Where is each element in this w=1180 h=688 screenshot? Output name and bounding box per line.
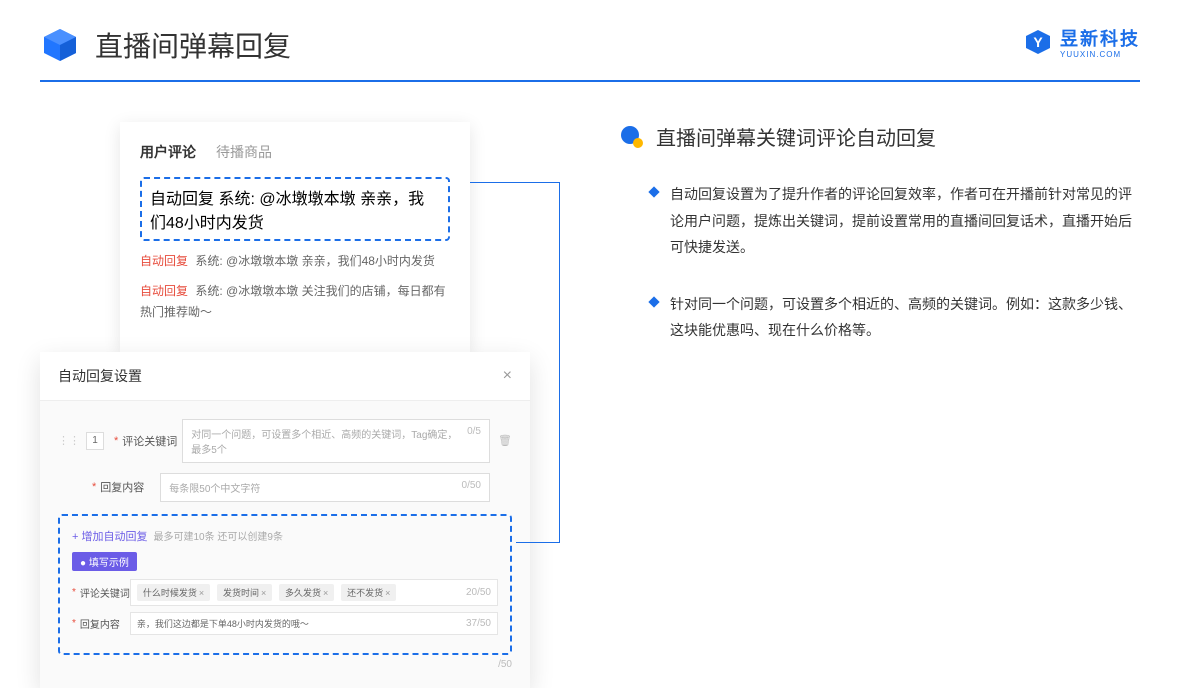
tag-pill[interactable]: 还不发货× [341, 584, 396, 601]
comment-text: @冰墩墩本墩 亲亲，我们48小时内发货 [226, 254, 435, 268]
comments-tabs: 用户评论 待播商品 [140, 142, 450, 162]
example-keyword-row: * 评论关键词 什么时候发货× 发货时间× 多久发货× 还不发货× 20/50 [72, 579, 498, 606]
right-column: 直播间弹幕关键词评论自动回复 自动回复设置为了提升作者的评论回复效率，作者可在开… [540, 122, 1140, 688]
comments-card: 用户评论 待播商品 自动回复 系统: @冰墩墩本墩 亲亲，我们48小时内发货 自… [120, 122, 470, 352]
keyword-placeholder: 对同一个问题，可设置多个相近、高频的关键词，Tag确定，最多5个 [191, 426, 467, 456]
comment-sys: 系统: [195, 284, 222, 298]
required-dot: * [72, 587, 76, 598]
cube-icon [40, 25, 80, 65]
tag-group: 什么时候发货× 发货时间× 多久发货× 还不发货× [137, 584, 400, 601]
brand-name: 昱新科技 [1060, 29, 1140, 49]
bullet-text: 针对同一个问题，可设置多个相近的、高频的关键词。例如：这款多少钱、这块能优惠吗、… [670, 291, 1140, 344]
example-content-input[interactable]: 亲，我们这边都是下单48小时内发货的哦～ 37/50 [130, 612, 498, 635]
comment-highlight-row: 自动回复 系统: @冰墩墩本墩 亲亲，我们48小时内发货 [140, 177, 450, 241]
content-placeholder: 每条限50个中文字符 [169, 480, 260, 495]
settings-title: 自动回复设置 [58, 366, 142, 386]
tab-pending-products[interactable]: 待播商品 [216, 142, 272, 162]
left-column: 用户评论 待播商品 自动回复 系统: @冰墩墩本墩 亲亲，我们48小时内发货 自… [40, 122, 540, 688]
brand-sub: YUUXIN.COM [1060, 51, 1140, 59]
add-hint: 最多可建10条 还可以创建9条 [153, 528, 282, 543]
tab-user-comments[interactable]: 用户评论 [140, 142, 196, 162]
comment-row: 自动回复 系统: @冰墩墩本墩 关注我们的店铺，每日都有热门推荐呦～ [140, 281, 450, 324]
example-badge: ● 填写示例 [72, 552, 137, 571]
tag-pill[interactable]: 什么时候发货× [137, 584, 210, 601]
bullet-text: 自动回复设置为了提升作者的评论回复效率，作者可在开播前针对常见的评论用户问题，提… [670, 181, 1140, 261]
tag-pill[interactable]: 多久发货× [279, 584, 334, 601]
brand-logo: Y 昱新科技 YUUXIN.COM [1024, 25, 1140, 59]
section-title: 直播间弹幕关键词评论自动回复 [656, 122, 936, 151]
content-row: * 回复内容 每条限50个中文字符 0/50 🗑 [92, 473, 512, 502]
trash-icon[interactable]: 🗑 [498, 434, 512, 447]
example-content-row: * 回复内容 亲，我们这边都是下单48小时内发货的哦～ 37/50 [72, 612, 498, 635]
page-header: 直播间弹幕回复 Y 昱新科技 YUUXIN.COM [0, 0, 1180, 80]
keyword-label: 评论关键词 [122, 433, 182, 449]
comment-sys: 系统: [218, 191, 254, 208]
example-keyword-counter: 20/50 [466, 587, 491, 598]
tag-pill[interactable]: 发货时间× [217, 584, 272, 601]
auto-reply-tag: 自动回复 [150, 191, 214, 208]
close-icon[interactable]: × [503, 367, 512, 385]
content-counter: 0/50 [462, 480, 481, 495]
comment-row: 自动回复 系统: @冰墩墩本墩 亲亲，我们48小时内发货 [140, 251, 450, 273]
settings-header: 自动回复设置 × [40, 352, 530, 401]
auto-reply-tag: 自动回复 [140, 284, 188, 298]
page-title: 直播间弹幕回复 [95, 25, 291, 65]
content-label: 回复内容 [100, 479, 160, 495]
svg-text:Y: Y [1033, 34, 1043, 50]
keyword-input[interactable]: 对同一个问题，可设置多个相近、高频的关键词，Tag确定，最多5个 0/5 [182, 419, 490, 463]
comment-sys: 系统: [195, 254, 222, 268]
add-link-row: + 增加自动回复 最多可建10条 还可以创建9条 [72, 528, 498, 544]
required-dot: * [114, 435, 118, 447]
diamond-bullet-icon [648, 296, 659, 307]
example-keyword-input[interactable]: 什么时候发货× 发货时间× 多久发货× 还不发货× 20/50 [130, 579, 498, 606]
diamond-bullet-icon [648, 186, 659, 197]
brand-icon: Y [1024, 28, 1052, 56]
bullet-item: 自动回复设置为了提升作者的评论回复效率，作者可在开播前针对常见的评论用户问题，提… [620, 181, 1140, 261]
required-dot: * [92, 481, 96, 493]
required-dot: * [72, 618, 76, 629]
row-number: 1 [86, 432, 104, 450]
keyword-counter: 0/5 [467, 426, 481, 456]
settings-card: 自动回复设置 × ⋮⋮ 1 * 评论关键词 对同一个问题，可设置多个相近、高频的… [40, 352, 530, 688]
keyword-row: ⋮⋮ 1 * 评论关键词 对同一个问题，可设置多个相近、高频的关键词，Tag确定… [58, 419, 512, 463]
content-input[interactable]: 每条限50个中文字符 0/50 [160, 473, 490, 502]
header-divider [40, 80, 1140, 82]
example-keyword-label: 评论关键词 [80, 585, 130, 600]
chat-bubble-icon [620, 125, 644, 149]
settings-body: ⋮⋮ 1 * 评论关键词 对同一个问题，可设置多个相近、高频的关键词，Tag确定… [40, 401, 530, 688]
auto-reply-tag: 自动回复 [140, 254, 188, 268]
example-content-text: 亲，我们这边都是下单48小时内发货的哦～ [137, 617, 309, 630]
drag-handle-icon[interactable]: ⋮⋮ [58, 434, 80, 447]
outer-counter: /50 [58, 659, 512, 670]
example-content-counter: 37/50 [466, 618, 491, 629]
section-title-row: 直播间弹幕关键词评论自动回复 [620, 122, 1140, 151]
add-auto-reply-link[interactable]: + 增加自动回复 [72, 528, 147, 544]
example-dashed-box: + 增加自动回复 最多可建10条 还可以创建9条 ● 填写示例 * 评论关键词 … [58, 514, 512, 655]
example-content-label: 回复内容 [80, 616, 130, 631]
bullet-item: 针对同一个问题，可设置多个相近的、高频的关键词。例如：这款多少钱、这块能优惠吗、… [620, 291, 1140, 344]
